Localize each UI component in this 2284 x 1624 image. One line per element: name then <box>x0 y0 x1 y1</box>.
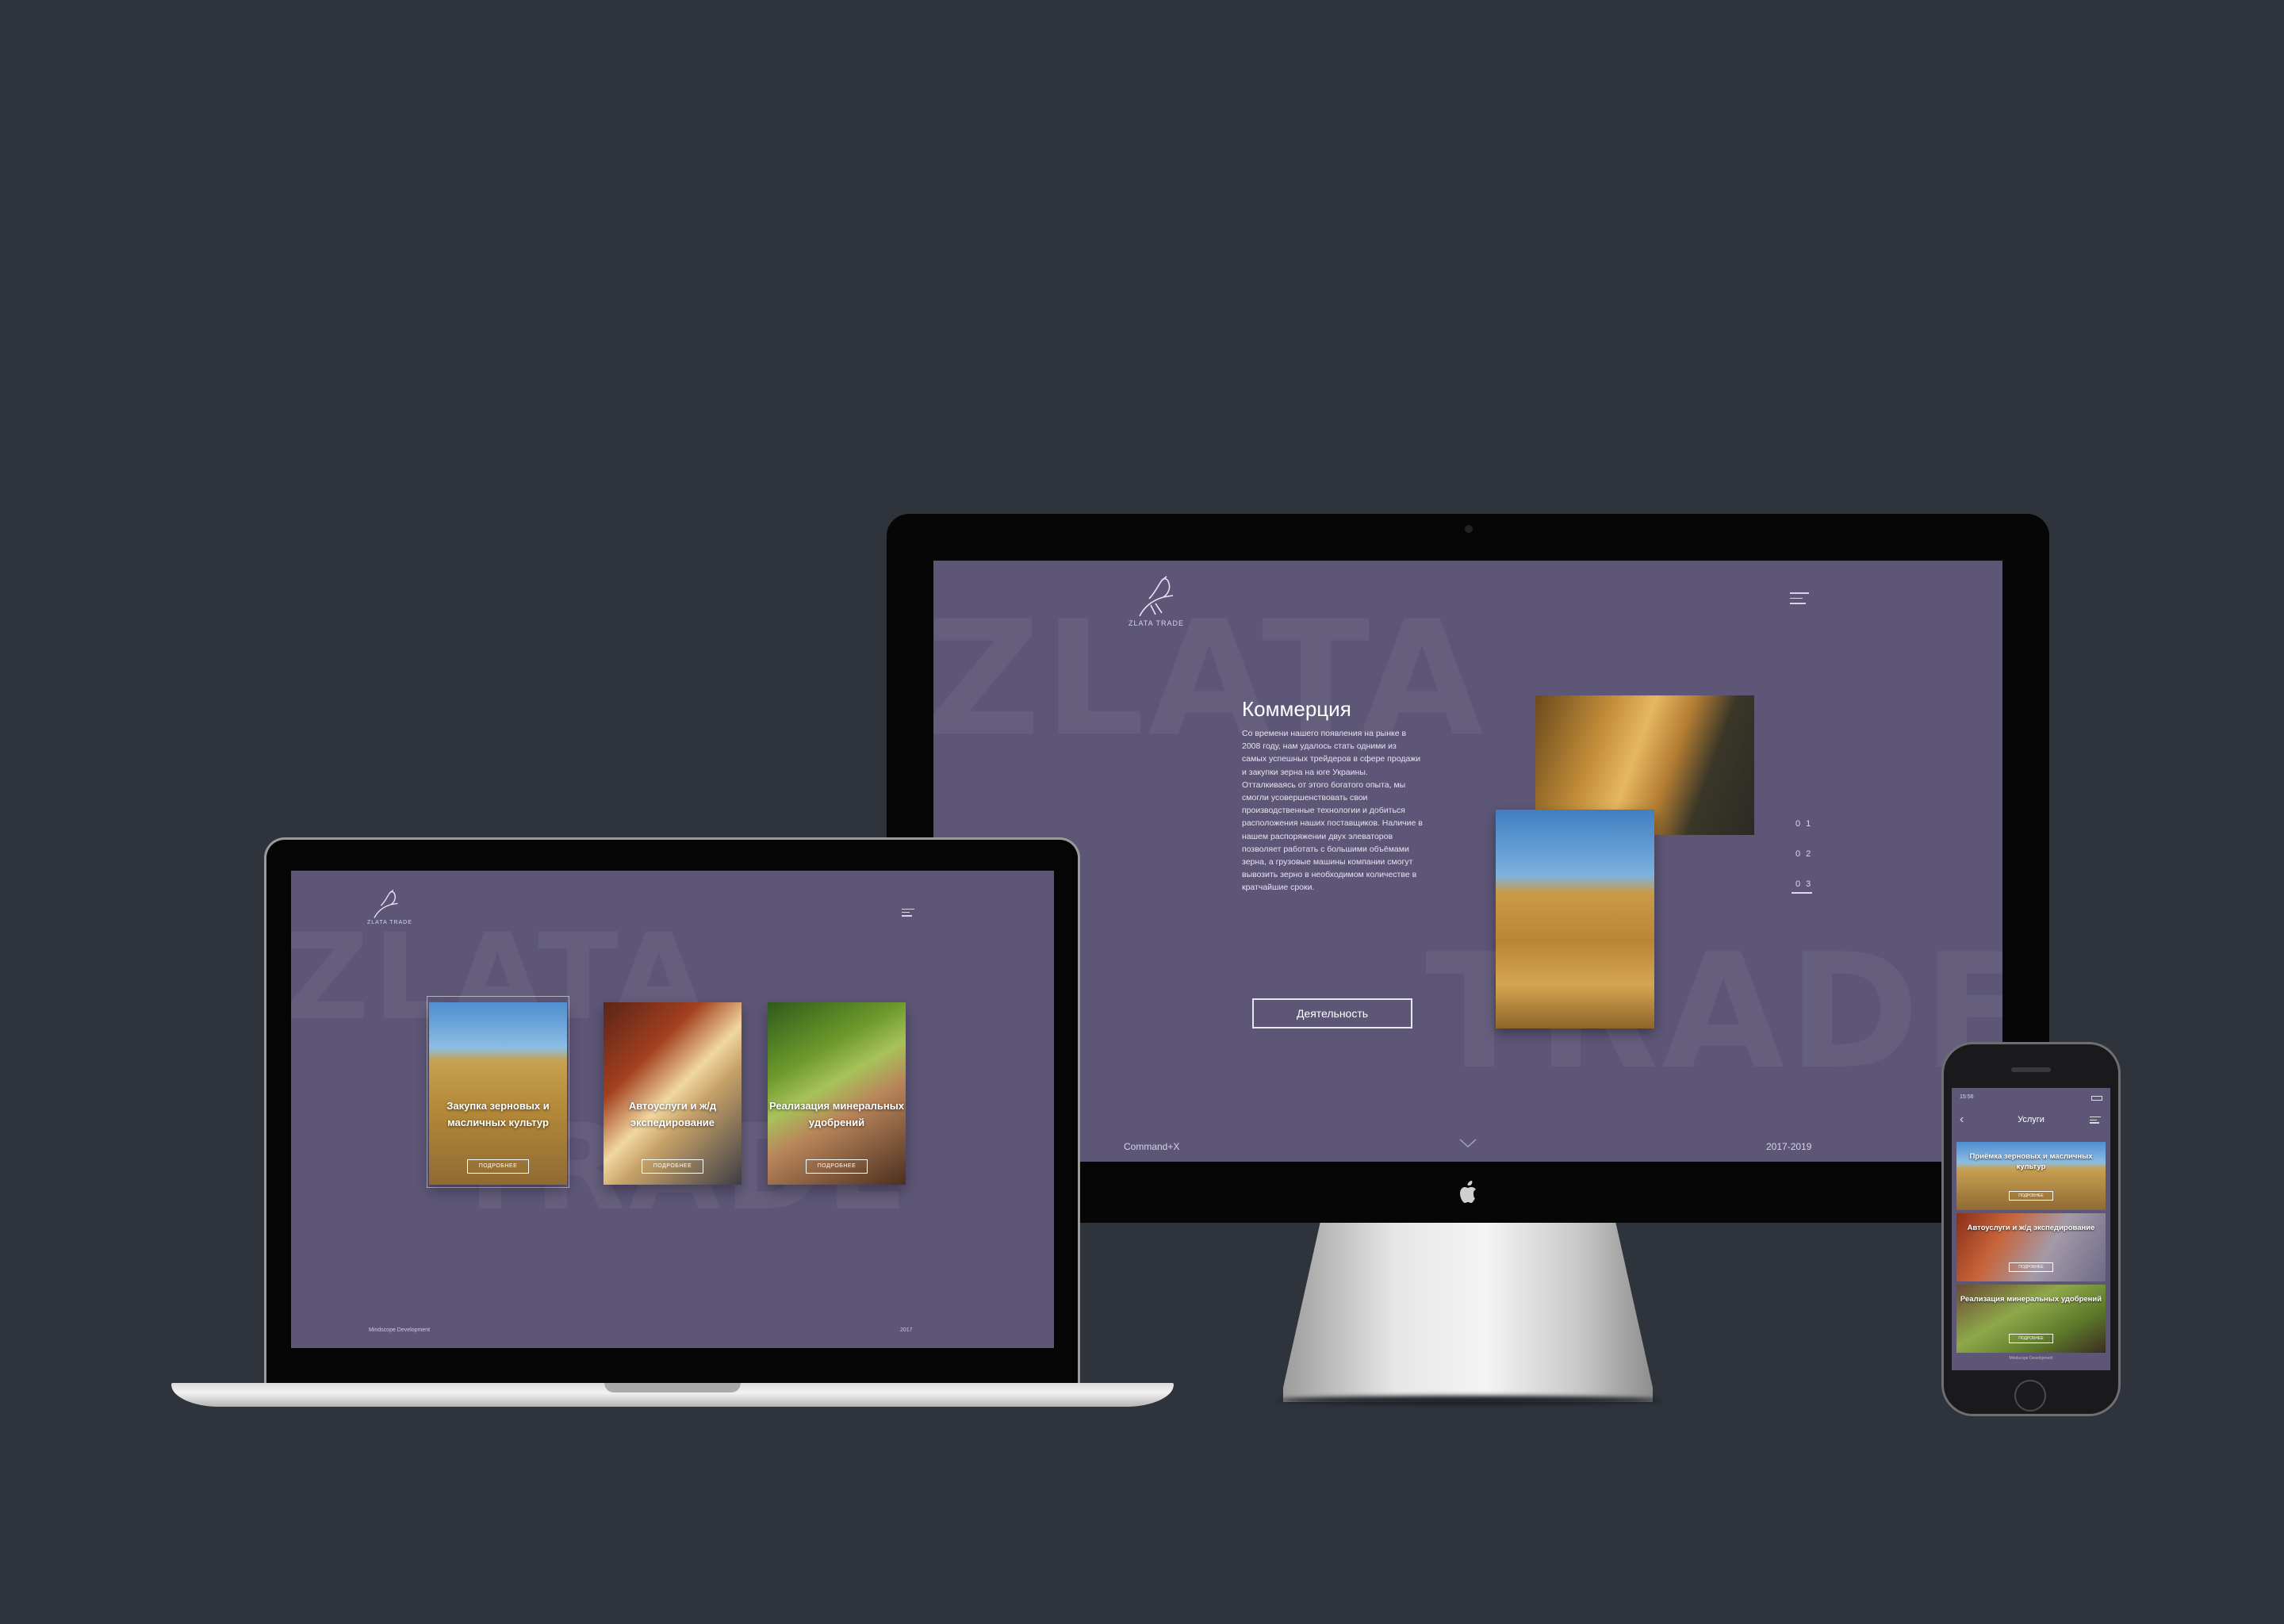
laptop-notch <box>604 1383 741 1392</box>
service-card-title: Закупка зерновых и масличных культур <box>446 1100 550 1128</box>
status-bar: 15:56 <box>1952 1094 2110 1104</box>
more-button[interactable]: ПОДРОБНЕЕ <box>2009 1191 2053 1201</box>
hamburger-menu-icon[interactable] <box>1790 592 1809 607</box>
hamburger-menu-icon[interactable] <box>2090 1116 2101 1124</box>
page-title: Услуги <box>2018 1115 2044 1124</box>
service-card[interactable]: Реализация минеральных удобрений ПОДРОБН… <box>1956 1285 2106 1353</box>
pagination-item-3[interactable]: 0 3 <box>1795 879 1812 889</box>
pagination-item-2[interactable]: 0 2 <box>1795 849 1812 859</box>
footer-year: 2017 <box>900 1327 913 1333</box>
more-button[interactable]: ПОДРОБНЕЕ <box>2009 1262 2053 1272</box>
laptop-screen: ZLATA TRADE ZLATA TRADE Закупка зерновых… <box>291 871 1054 1348</box>
footer-credit[interactable]: Mindscope Development <box>1952 1356 2110 1361</box>
hamburger-menu-icon[interactable] <box>902 909 914 918</box>
apple-logo-icon <box>1460 1181 1476 1203</box>
service-card[interactable]: Закупка зерновых и масличных культур ПОД… <box>429 1002 567 1185</box>
service-card[interactable]: Реализация минеральных удобрений ПОДРОБН… <box>768 1002 906 1185</box>
service-card-title: Приёмка зерновых и масличных культур <box>1969 1152 2093 1171</box>
combine-harvester-photo <box>1496 810 1654 1028</box>
footer-years: 2017-2019 <box>1766 1141 1812 1152</box>
page-description: Со времени нашего появления на рынке в 2… <box>1242 729 1423 893</box>
bird-logo-icon[interactable] <box>1132 572 1179 621</box>
bird-logo-icon[interactable] <box>369 887 402 921</box>
chevron-down-icon[interactable] <box>1458 1138 1477 1149</box>
page-title: Коммерция <box>1242 697 1351 721</box>
pagination-item-1[interactable]: 0 1 <box>1795 819 1812 829</box>
imac-base-shadow <box>1277 1396 1662 1405</box>
more-button[interactable]: ПОДРОБНЕЕ <box>467 1159 529 1174</box>
service-card[interactable]: Приёмка зерновых и масличных культур ПОД… <box>1956 1142 2106 1210</box>
home-button[interactable] <box>2014 1380 2046 1411</box>
imac-camera <box>1465 525 1473 533</box>
activity-button[interactable]: Деятельность <box>1252 998 1412 1028</box>
more-button[interactable]: ПОДРОБНЕЕ <box>642 1159 703 1174</box>
service-card[interactable]: Автоуслуги и ж/д экспедирование ПОДРОБНЕ… <box>1956 1213 2106 1281</box>
service-card-title: Автоуслуги и ж/д экспедирование <box>1967 1224 2095 1232</box>
service-card[interactable]: Автоуслуги и ж/д экспедирование ПОДРОБНЕ… <box>604 1002 742 1185</box>
footer-credit[interactable]: Mindscope Development <box>369 1327 430 1333</box>
phone-speaker <box>2011 1067 2051 1072</box>
footer-credit[interactable]: Command+X <box>1124 1141 1179 1152</box>
more-button[interactable]: ПОДРОБНЕЕ <box>806 1159 868 1174</box>
more-button[interactable]: ПОДРОБНЕЕ <box>2009 1334 2053 1343</box>
imac-stand <box>1283 1223 1653 1402</box>
logo-text: ZLATA TRADE <box>367 920 412 925</box>
battery-icon <box>2091 1096 2102 1101</box>
logo-text: ZLATA TRADE <box>1129 619 1185 627</box>
service-card-title: Реализация минеральных удобрений <box>768 1100 905 1128</box>
imac-screen: ZLATA TRADE ZLATA TRADE Коммерция Со вре… <box>933 561 2002 1162</box>
phone-screen: 15:56 ‹ Услуги Приёмка зерновых и маслич… <box>1952 1088 2110 1370</box>
service-card-title: Реализация минеральных удобрений <box>1960 1295 2102 1304</box>
status-time: 15:56 <box>1960 1094 1974 1100</box>
service-card-title: Автоуслуги и ж/д экспедирование <box>628 1100 717 1128</box>
pagination-active-indicator <box>1792 892 1812 894</box>
